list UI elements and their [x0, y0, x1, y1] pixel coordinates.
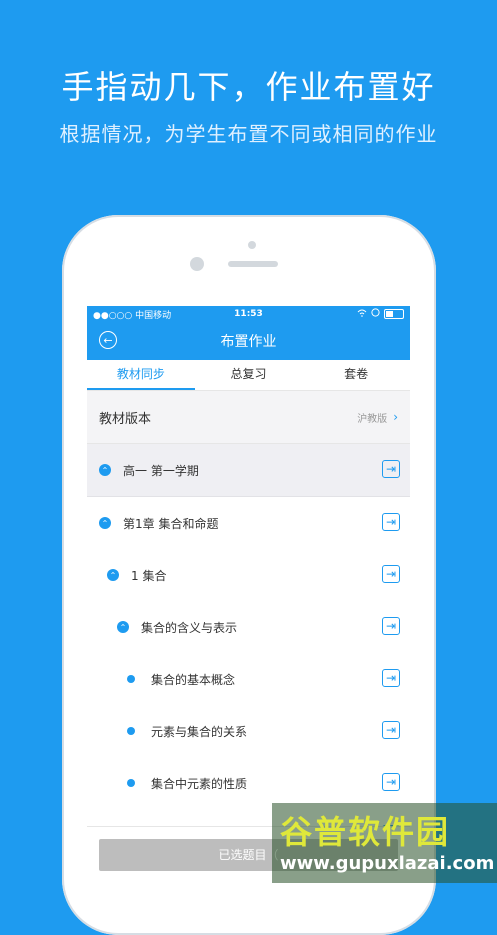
tab-bar: 教材同步 总复习 套卷 — [87, 360, 410, 391]
version-label: 教材版本 — [99, 411, 152, 427]
tree-item[interactable]: ⌃ 高一 第一学期 ⇥ — [87, 444, 410, 497]
assign-icon[interactable]: ⇥ — [382, 565, 400, 583]
back-circle-icon[interactable]: ← — [99, 331, 117, 349]
status-time: 11:53 — [234, 309, 263, 319]
collapse-icon[interactable]: ⌃ — [117, 621, 129, 633]
collapse-icon[interactable]: ⌃ — [99, 517, 111, 529]
page-title: 布置作业 — [220, 334, 277, 350]
assign-icon[interactable]: ⇥ — [382, 617, 400, 635]
tree-item[interactable]: ⌃ 集合的含义与表示 ⇥ — [87, 601, 410, 653]
bullet-dot-icon — [127, 675, 135, 683]
watermark: 谷普软件园 www.gupuxlazai.com — [272, 803, 497, 883]
chapter-tree: ⌃ 高一 第一学期 ⇥ ⌃ 第1章 集合和命题 ⇥ ⌃ 1 集合 ⇥ ⌃ 集合的含义与表示 ⇥ 集合的基… — [87, 444, 410, 861]
tree-item-label: 集合中元素的性质 — [151, 776, 248, 791]
tree-item-label: 高一 第一学期 — [123, 463, 199, 478]
tree-item[interactable]: ⌃ 1 集合 ⇥ — [87, 549, 410, 601]
sensor-icon — [190, 257, 204, 271]
assign-icon[interactable]: ⇥ — [382, 460, 400, 478]
watermark-url: www.gupuxlazai.com — [280, 853, 495, 874]
tree-item[interactable]: 集合中元素的性质 ⇥ — [87, 757, 410, 809]
tab-0[interactable]: 教材同步 — [87, 360, 195, 390]
tree-item-label: 集合的含义与表示 — [141, 620, 238, 635]
tree-item[interactable]: 元素与集合的关系 ⇥ — [87, 705, 410, 757]
bullet-dot-icon — [127, 727, 135, 735]
tree-item-label: 1 集合 — [131, 568, 167, 583]
textbook-version-row[interactable]: 教材版本 沪教版 › — [87, 391, 410, 444]
collapse-icon[interactable]: ⌃ — [107, 569, 119, 581]
app-screen: ●●○○○ 中国移动 11:53 ← 布置作业 教材同步 总复习 套卷 教材版本 沪… — [87, 306, 410, 883]
camera-icon — [248, 241, 256, 249]
watermark-title: 谷普软件园 — [280, 813, 451, 851]
tree-item-label: 元素与集合的关系 — [151, 724, 248, 739]
speaker-icon — [228, 261, 278, 267]
chevron-right-icon: › — [393, 410, 398, 424]
status-bar: ●●○○○ 中国移动 11:53 — [87, 306, 410, 322]
tree-item[interactable]: ⌃ 第1章 集合和命题 ⇥ — [87, 497, 410, 549]
tree-item-label: 第1章 集合和命题 — [123, 516, 219, 531]
bullet-dot-icon — [127, 779, 135, 787]
assign-icon[interactable]: ⇥ — [382, 773, 400, 791]
tab-1[interactable]: 总复习 — [195, 360, 303, 390]
collapse-icon[interactable]: ⌃ — [99, 464, 111, 476]
tree-item[interactable]: 集合的基本概念 ⇥ — [87, 653, 410, 705]
promo-subline: 根据情况，为学生布置不同或相同的作业 — [59, 122, 438, 146]
battery-icon — [384, 309, 404, 319]
version-value: 沪教版 — [357, 413, 388, 425]
assign-icon[interactable]: ⇥ — [382, 721, 400, 739]
tab-2[interactable]: 套卷 — [302, 360, 410, 390]
tree-item-label: 集合的基本概念 — [151, 672, 236, 687]
nav-bar: ← 布置作业 — [87, 322, 410, 360]
promo-headline: 手指动几下，作业布置好 — [61, 68, 436, 106]
assign-icon[interactable]: ⇥ — [382, 669, 400, 687]
assign-icon[interactable]: ⇥ — [382, 513, 400, 531]
